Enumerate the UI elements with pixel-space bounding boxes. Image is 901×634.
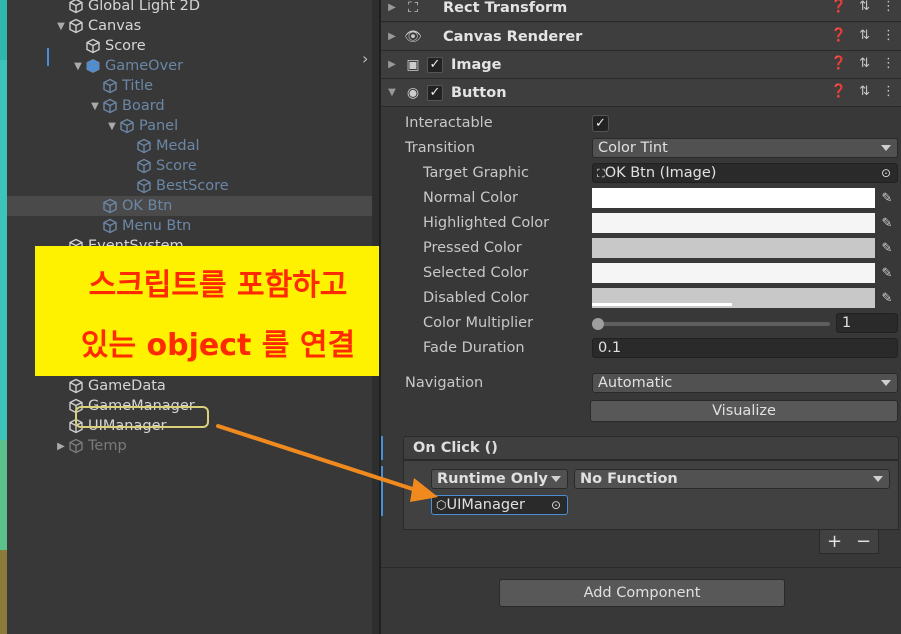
arrow-shaft — [216, 424, 430, 496]
annotation-arrow — [216, 424, 438, 502]
arrow-head — [410, 478, 438, 502]
